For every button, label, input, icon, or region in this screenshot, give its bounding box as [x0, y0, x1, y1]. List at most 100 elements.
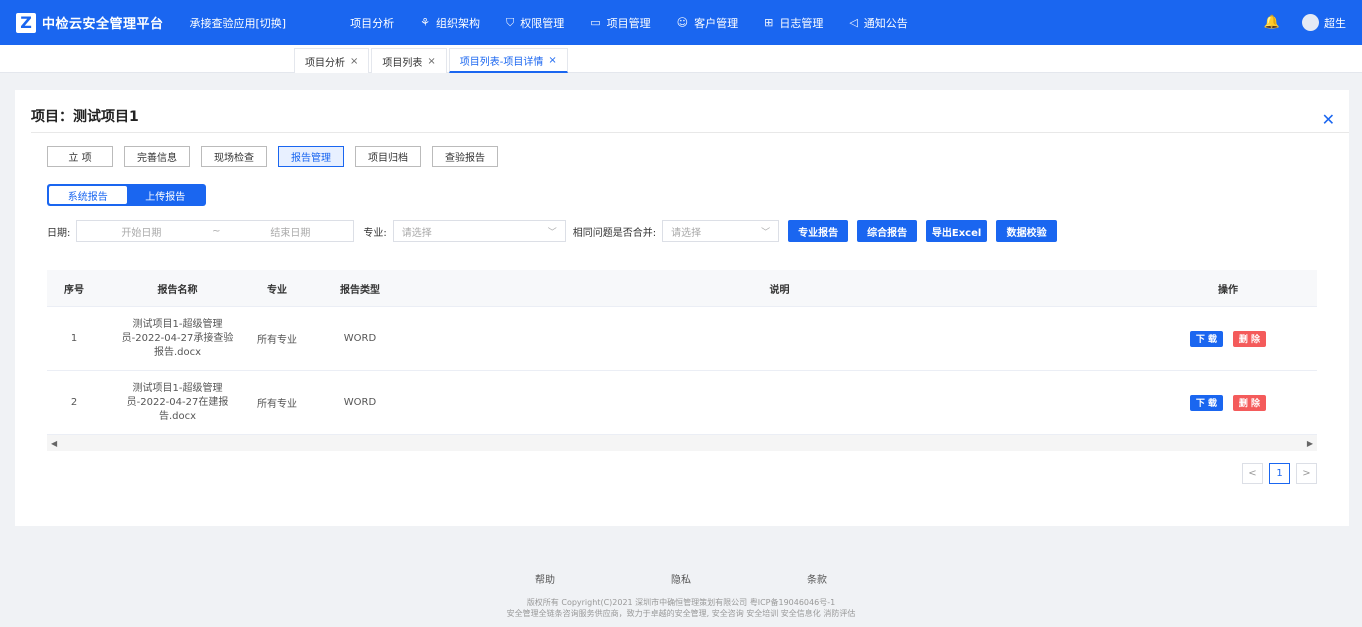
footer-copyright: 版权所有 Copyright(C)2021 深圳市中确恒管理策划有限公司 粤IC…	[0, 597, 1362, 619]
username[interactable]: 超生	[1324, 15, 1346, 31]
top-navbar: Z 中检云安全管理平台 承接查验应用[切换] 项目分析 ⚘ 组织架构 ⛉ 权限管…	[0, 0, 1362, 45]
tab-label: 项目列表-项目详情	[459, 56, 544, 68]
user-icon: ☺	[676, 16, 689, 29]
app-title: 中检云安全管理平台	[42, 17, 164, 32]
org-icon: ⚘	[420, 16, 430, 29]
end-date-input[interactable]: 结束日期	[227, 224, 353, 239]
download-button[interactable]: 下 载	[1190, 394, 1223, 411]
app-switch-link[interactable]: 承接查验应用[切换]	[190, 15, 287, 31]
close-icon[interactable]: ×	[350, 56, 358, 67]
page-number-button[interactable]: 1	[1269, 463, 1290, 484]
col-header-no: 序号	[64, 284, 84, 296]
col-header-ops: 操作	[1218, 284, 1238, 296]
nav-item-permissions[interactable]: ⛉ 权限管理	[506, 15, 564, 31]
step-project-archive-button[interactable]: 项目归档	[355, 146, 421, 167]
date-range-picker[interactable]: 开始日期 ~ 结束日期	[76, 220, 355, 242]
tab-project-detail[interactable]: 项目列表-项目详情 ×	[448, 48, 568, 73]
tab-label: 项目列表	[382, 57, 423, 69]
avatar[interactable]	[1302, 14, 1319, 31]
data-validation-button[interactable]: 数据校验	[996, 220, 1058, 242]
merge-select[interactable]: 请选择 ﹀	[662, 220, 780, 242]
horizontal-scrollbar[interactable]: ◀ ▶	[47, 435, 1317, 451]
major-report-button[interactable]: 专业报告	[788, 220, 849, 242]
start-date-input[interactable]: 开始日期	[77, 224, 205, 239]
report-source-toggle: 系统报告 上传报告	[47, 184, 206, 206]
nav-item-notice[interactable]: ◁ 通知公告	[849, 15, 907, 31]
close-icon[interactable]: ×	[427, 56, 435, 67]
cell-type: WORD	[343, 333, 377, 344]
page-tabs: 项目分析 × 项目列表 × 项目列表-项目详情 ×	[294, 48, 570, 73]
nav-item-org-structure[interactable]: ⚘ 组织架构	[420, 15, 480, 31]
logo[interactable]: Z 中检云安全管理平台	[16, 12, 164, 33]
nav-item-customer-management[interactable]: ☺ 客户管理	[677, 15, 738, 31]
process-steps: 立 项 完善信息 现场检查 报告管理 项目归档 查验报告	[47, 146, 509, 167]
tab-project-list[interactable]: 项目列表 ×	[371, 48, 447, 73]
logo-mark: Z	[16, 12, 36, 33]
download-button[interactable]: 下 载	[1190, 330, 1223, 347]
cell-no: 2	[70, 397, 78, 408]
comprehensive-report-button[interactable]: 综合报告	[857, 220, 918, 242]
scroll-left-icon[interactable]: ◀	[51, 439, 57, 448]
next-page-button[interactable]: >	[1296, 463, 1317, 484]
col-header-desc: 说明	[769, 284, 790, 296]
report-table: 序号 报告名称 专业 报告类型 说明 操作 1 测试项目1-超级管理员-2022…	[47, 270, 1317, 451]
delete-button[interactable]: 删 除	[1233, 330, 1266, 347]
page-title: 项目：测试项目1	[31, 109, 139, 125]
pagination: < 1 >	[1236, 463, 1317, 484]
close-icon[interactable]: ✕	[1322, 110, 1335, 129]
nav-label: 通知公告	[863, 16, 908, 30]
date-label: 日期:	[47, 227, 71, 239]
step-complete-info-button[interactable]: 完善信息	[124, 146, 190, 167]
segment-system-report[interactable]: 系统报告	[49, 186, 127, 204]
table-row: 2 测试项目1-超级管理员-2022-04-27在建报告.docx 所有专业 W…	[47, 371, 1317, 435]
footer-link-terms[interactable]: 条款	[807, 571, 827, 586]
major-select[interactable]: 请选择 ﹀	[392, 220, 566, 242]
user-area: 🔔 超生	[1264, 0, 1346, 45]
cell-major: 所有专业	[257, 399, 297, 410]
nav-item-log-management[interactable]: ⊞ 日志管理	[764, 15, 823, 31]
major-label: 专业:	[363, 227, 387, 239]
megaphone-icon: ◁	[849, 16, 858, 29]
major-placeholder: 请选择	[401, 227, 432, 239]
delete-button[interactable]: 删 除	[1233, 394, 1266, 411]
chevron-down-icon: ﹀	[547, 227, 557, 238]
footer-link-help[interactable]: 帮助	[535, 571, 555, 586]
nav-label: 项目管理	[606, 16, 651, 30]
step-inspection-report-button[interactable]: 查验报告	[432, 146, 498, 167]
footer-links: 帮助 隐私 条款	[0, 571, 1362, 586]
cell-major: 所有专业	[257, 335, 297, 346]
grid-icon: ⊞	[764, 16, 774, 29]
cell-ops: 下 载 删 除	[1139, 330, 1317, 347]
merge-placeholder: 请选择	[671, 227, 702, 239]
close-icon[interactable]: ×	[548, 55, 556, 66]
tab-strip: 项目分析 × 项目列表 × 项目列表-项目详情 ×	[0, 45, 1362, 73]
bell-icon[interactable]: 🔔	[1264, 15, 1280, 30]
tab-label: 项目分析	[305, 57, 345, 69]
tab-project-analysis[interactable]: 项目分析 ×	[294, 48, 370, 73]
scroll-right-icon[interactable]: ▶	[1307, 439, 1313, 448]
col-header-name: 报告名称	[157, 284, 198, 296]
step-report-management-button[interactable]: 报告管理	[278, 146, 344, 167]
cell-ops: 下 载 删 除	[1139, 394, 1317, 411]
step-setup-button[interactable]: 立 项	[47, 146, 113, 167]
nav-item-project-management[interactable]: ▭ 项目管理	[590, 15, 650, 31]
nav-label: 日志管理	[779, 16, 824, 30]
filter-bar: 日期: 开始日期 ~ 结束日期 专业: 请选择 ﹀ 相同问题是否合并: 请选择 …	[47, 220, 1058, 242]
prev-page-button[interactable]: <	[1242, 463, 1263, 484]
footer-link-privacy[interactable]: 隐私	[671, 571, 691, 586]
table-row: 1 测试项目1-超级管理员-2022-04-27承接查验报告.docx 所有专业…	[47, 307, 1317, 371]
divider	[31, 132, 1349, 133]
col-header-type: 报告类型	[340, 284, 380, 296]
main-nav: 项目分析 ⚘ 组织架构 ⛉ 权限管理 ▭ 项目管理 ☺ 客户管理 ⊞ 日志管理 …	[344, 15, 934, 31]
cell-name: 测试项目1-超级管理员-2022-04-27承接查验报告.docx	[121, 318, 234, 358]
copyright-text: 版权所有 Copyright(C)2021 深圳市中确恒管理策划有限公司 粤IC…	[526, 598, 836, 607]
step-site-inspection-button[interactable]: 现场检查	[201, 146, 267, 167]
nav-label: 客户管理	[694, 16, 739, 30]
tagline-text: 安全管理全链条咨询服务供应商，致力于卓越的安全管理, 安全咨询 安全培训 安全信…	[506, 609, 856, 618]
nav-item-project-analysis[interactable]: 项目分析	[344, 15, 394, 31]
project-detail-card: 项目：测试项目1 ✕ 立 项 完善信息 现场检查 报告管理 项目归档 查验报告 …	[15, 90, 1349, 526]
export-excel-button[interactable]: 导出Excel	[926, 220, 988, 242]
merge-label: 相同问题是否合并:	[572, 227, 657, 239]
table-header: 序号 报告名称 专业 报告类型 说明 操作	[47, 270, 1317, 307]
segment-upload-report[interactable]: 上传报告	[127, 186, 205, 204]
